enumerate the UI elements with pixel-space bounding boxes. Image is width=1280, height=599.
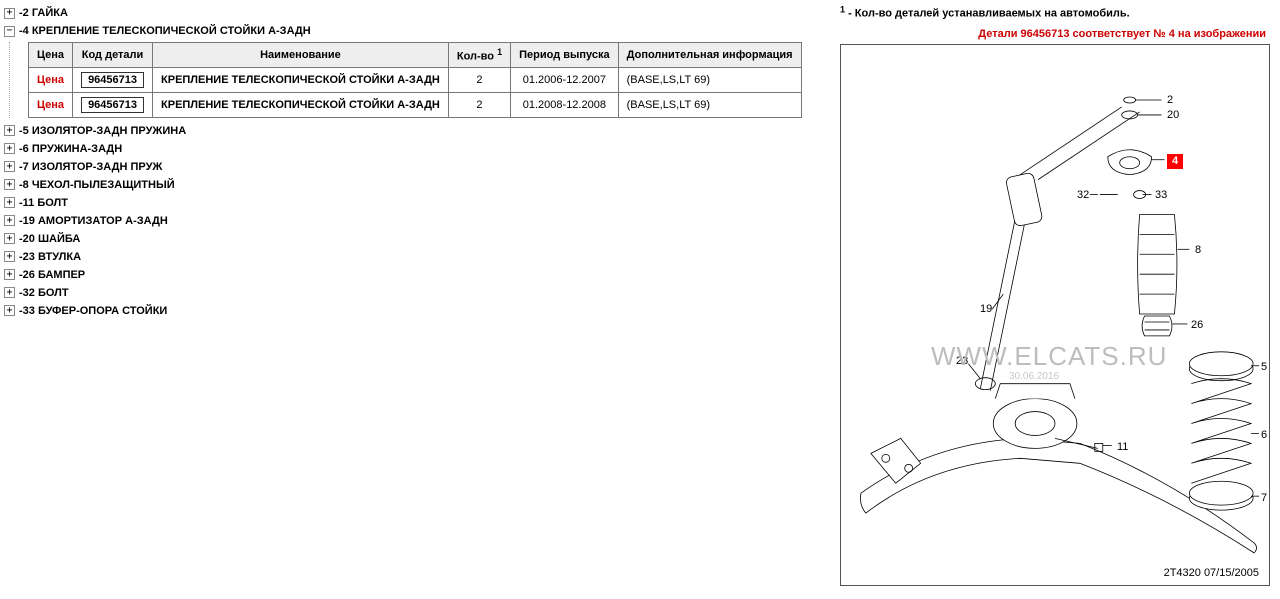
- tree-item-label: -19 АМОРТИЗАТОР А-ЗАДН: [19, 215, 168, 227]
- expand-icon[interactable]: +: [4, 287, 15, 298]
- parts-diagram[interactable]: 4 2 20 33 32 8 19 26 23 11 5 6 7 WWW.ELC…: [840, 44, 1270, 586]
- legend-highlight: Детали 96456713 соответствует № 4 на изо…: [840, 24, 1272, 44]
- tree-item-4[interactable]: − -4 КРЕПЛЕНИЕ ТЕЛЕСКОПИЧЕСКОЙ СТОЙКИ А-…: [4, 22, 832, 40]
- code-cell: 96456713: [73, 67, 153, 92]
- table-row: Цена 96456713 КРЕПЛЕНИЕ ТЕЛЕСКОПИЧЕСКОЙ …: [29, 92, 802, 117]
- callout-23: 23: [956, 355, 968, 367]
- callout-19: 19: [980, 303, 992, 315]
- name-cell: КРЕПЛЕНИЕ ТЕЛЕСКОПИЧЕСКОЙ СТОЙКИ А-ЗАДН: [153, 92, 449, 117]
- tree-item-5[interactable]: + -5 ИЗОЛЯТОР-ЗАДН ПРУЖИНА: [4, 122, 832, 140]
- th-qty: Кол-во 1: [448, 43, 510, 68]
- th-period: Период выпуска: [511, 43, 619, 68]
- tree-item-content: Цена Код детали Наименование Кол-во 1 Пе…: [9, 42, 832, 118]
- tree-item-8[interactable]: + -8 ЧЕХОЛ-ПЫЛЕЗАЩИТНЫЙ: [4, 176, 832, 194]
- callout-5: 5: [1261, 361, 1267, 373]
- tree-item-label: -8 ЧЕХОЛ-ПЫЛЕЗАЩИТНЫЙ: [19, 179, 175, 191]
- expand-icon[interactable]: +: [4, 305, 15, 316]
- period-cell: 01.2006-12.2007: [511, 67, 619, 92]
- price-link[interactable]: Цена: [29, 92, 73, 117]
- table-row: Цена 96456713 КРЕПЛЕНИЕ ТЕЛЕСКОПИЧЕСКОЙ …: [29, 67, 802, 92]
- expand-icon[interactable]: +: [4, 251, 15, 262]
- th-code: Код детали: [73, 43, 153, 68]
- qty-cell: 2: [448, 92, 510, 117]
- name-cell: КРЕПЛЕНИЕ ТЕЛЕСКОПИЧЕСКОЙ СТОЙКИ А-ЗАДН: [153, 67, 449, 92]
- price-link[interactable]: Цена: [29, 67, 73, 92]
- part-code[interactable]: 96456713: [81, 97, 144, 113]
- part-code[interactable]: 96456713: [81, 72, 144, 88]
- tree-item-2[interactable]: + -2 ГАЙКА: [4, 4, 832, 22]
- expand-icon[interactable]: +: [4, 125, 15, 136]
- tree-item-label: -2 ГАЙКА: [19, 7, 68, 19]
- tree-item-20[interactable]: + -20 ШАЙБА: [4, 230, 832, 248]
- period-cell: 01.2008-12.2008: [511, 92, 619, 117]
- callout-20: 20: [1167, 109, 1179, 121]
- parts-table: Цена Код детали Наименование Кол-во 1 Пе…: [28, 42, 802, 118]
- legend: 1 - Кол-во деталей устанавливаемых на ав…: [840, 4, 1272, 24]
- tree-item-26[interactable]: + -26 БАМПЕР: [4, 266, 832, 284]
- expand-icon[interactable]: +: [4, 8, 15, 19]
- expand-icon[interactable]: +: [4, 215, 15, 226]
- callout-32: 32: [1077, 189, 1089, 201]
- tree-item-label: -11 БОЛТ: [19, 197, 68, 209]
- callout-6: 6: [1261, 429, 1267, 441]
- collapse-icon[interactable]: −: [4, 26, 15, 37]
- tree-item-label: -23 ВТУЛКА: [19, 251, 81, 263]
- callout-11: 11: [1117, 441, 1128, 453]
- tree-item-label: -5 ИЗОЛЯТОР-ЗАДН ПРУЖИНА: [19, 125, 186, 137]
- expand-icon[interactable]: +: [4, 143, 15, 154]
- th-name: Наименование: [153, 43, 449, 68]
- tree-item-33[interactable]: + -33 БУФЕР-ОПОРА СТОЙКИ: [4, 302, 832, 320]
- parts-tree: + -2 ГАЙКА − -4 КРЕПЛЕНИЕ ТЕЛЕСКОПИЧЕСКО…: [4, 4, 832, 586]
- tree-item-7[interactable]: + -7 ИЗОЛЯТОР-ЗАДН ПРУЖ: [4, 158, 832, 176]
- tree-item-label: -6 ПРУЖИНА-ЗАДН: [19, 143, 122, 155]
- expand-icon[interactable]: +: [4, 233, 15, 244]
- diagram-svg: [841, 45, 1269, 585]
- tree-item-19[interactable]: + -19 АМОРТИЗАТОР А-ЗАДН: [4, 212, 832, 230]
- callout-2: 2: [1167, 94, 1173, 106]
- info-cell: (BASE,LS,LT 69): [618, 92, 801, 117]
- tree-item-23[interactable]: + -23 ВТУЛКА: [4, 248, 832, 266]
- expand-icon[interactable]: +: [4, 179, 15, 190]
- info-cell: (BASE,LS,LT 69): [618, 67, 801, 92]
- callout-7: 7: [1261, 492, 1267, 504]
- tree-item-label: -33 БУФЕР-ОПОРА СТОЙКИ: [19, 305, 167, 317]
- expand-icon[interactable]: +: [4, 161, 15, 172]
- tree-item-32[interactable]: + -32 БОЛТ: [4, 284, 832, 302]
- tree-item-11[interactable]: + -11 БОЛТ: [4, 194, 832, 212]
- callout-8: 8: [1195, 244, 1201, 256]
- th-info: Дополнительная информация: [618, 43, 801, 68]
- tree-item-6[interactable]: + -6 ПРУЖИНА-ЗАДН: [4, 140, 832, 158]
- tree-item-label: -20 ШАЙБА: [19, 233, 80, 245]
- tree-item-label: -4 КРЕПЛЕНИЕ ТЕЛЕСКОПИЧЕСКОЙ СТОЙКИ А-ЗА…: [19, 25, 311, 37]
- tree-item-label: -32 БОЛТ: [19, 287, 69, 299]
- expand-icon[interactable]: +: [4, 197, 15, 208]
- callout-26: 26: [1191, 319, 1203, 331]
- code-cell: 96456713: [73, 92, 153, 117]
- th-price: Цена: [29, 43, 73, 68]
- expand-icon[interactable]: +: [4, 269, 15, 280]
- tree-item-label: -26 БАМПЕР: [19, 269, 85, 281]
- diagram-marker-4: 4: [1167, 154, 1183, 169]
- qty-cell: 2: [448, 67, 510, 92]
- tree-item-label: -7 ИЗОЛЯТОР-ЗАДН ПРУЖ: [19, 161, 162, 173]
- callout-33: 33: [1155, 189, 1167, 201]
- diagram-code: 2T4320 07/15/2005: [1164, 567, 1259, 579]
- watermark-date: 30.06.2016: [1009, 371, 1059, 382]
